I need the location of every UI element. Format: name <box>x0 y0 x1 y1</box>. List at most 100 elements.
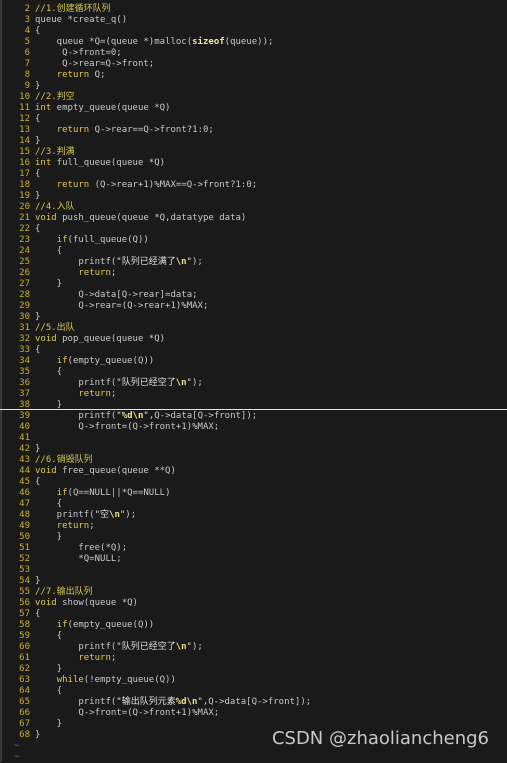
code-line[interactable]: 33 { <box>0 345 40 356</box>
code-line[interactable]: 4{ <box>0 26 41 37</box>
line-number: 59 <box>19 631 30 641</box>
code-line[interactable]: 61 return; <box>0 653 116 664</box>
code-line[interactable]: 63 while(!empty_queue(Q)) <box>0 675 176 686</box>
code-text: void push_queue(queue *Q,datatype data) <box>35 213 247 223</box>
code-text: { <box>35 367 63 377</box>
code-line[interactable]: 20 //4.入队 <box>0 202 75 213</box>
code-line[interactable]: 52 *Q=NULL; <box>0 554 122 565</box>
line-number: 4 <box>24 26 30 36</box>
code-line[interactable]: 65 printf("输出队列元素%d\n",Q->data[Q->front]… <box>0 697 311 708</box>
code-text: return Q->rear==Q->front?1:0; <box>56 125 214 135</box>
code-line[interactable]: 23 if(full_queue(Q)) <box>0 235 149 246</box>
line-number: 33 <box>19 345 30 355</box>
code-line[interactable]: 62 } <box>0 664 62 675</box>
line-number: 67 <box>19 719 30 729</box>
code-line[interactable]: 54} <box>0 576 40 587</box>
code-line[interactable]: 68} <box>0 730 40 741</box>
code-line[interactable]: 11 int empty_queue(queue *Q) <box>0 103 170 114</box>
line-number: 5 <box>24 37 30 47</box>
code-line[interactable]: 10 //2.判空 <box>0 92 75 103</box>
line-number: 6 <box>24 48 30 58</box>
code-text: { <box>35 609 41 619</box>
code-line[interactable]: 16 int full_queue(queue *Q) <box>0 158 165 169</box>
code-line[interactable]: 14} <box>0 136 40 147</box>
code-line[interactable]: 6 Q->front=0; <box>0 48 122 59</box>
code-line[interactable]: 56 void show(queue *Q) <box>0 598 138 609</box>
code-text: return; <box>78 268 117 278</box>
code-line[interactable]: 46 if(Q==NULL||*Q==NULL) <box>0 488 170 499</box>
line-number: 12 <box>19 114 30 124</box>
code-line[interactable]: 19} <box>0 191 40 202</box>
code-line[interactable]: 26 return; <box>0 268 116 279</box>
code-line[interactable]: 21 void push_queue(queue *Q,datatype data… <box>0 213 246 224</box>
code-text: return (Q->rear+1)%MAX==Q->front?1:0; <box>56 180 258 190</box>
code-line[interactable]: 48 printf("空\n"); <box>0 510 136 521</box>
code-line[interactable]: 39 printf("%d\n",Q->data[Q->front]); <box>0 411 257 422</box>
code-line[interactable]: 50 } <box>0 532 62 543</box>
code-text: printf("输出队列元素%d\n",Q->data[Q->front]); <box>35 697 312 707</box>
code-line[interactable]: 53 <box>0 565 35 576</box>
code-line[interactable]: 27 } <box>0 279 62 290</box>
code-line[interactable]: 13 return Q->rear==Q->front?1:0; <box>0 125 214 136</box>
code-text: //3.判满 <box>35 147 75 157</box>
code-line[interactable]: 64 { <box>0 686 62 697</box>
code-line[interactable]: 41 <box>0 433 35 444</box>
code-line[interactable]: 35 { <box>0 367 62 378</box>
code-line[interactable]: 42} <box>0 444 40 455</box>
code-line[interactable]: 45 { <box>0 477 40 488</box>
code-line[interactable]: 55 //7.输出队列 <box>0 587 93 598</box>
code-line[interactable]: 57 { <box>0 609 40 620</box>
code-line[interactable]: 5 queue *Q=(queue *)malloc(sizeof(queue)… <box>0 37 274 48</box>
code-text: queue *create_q() <box>35 15 128 25</box>
code-line[interactable]: 59 { <box>0 631 62 642</box>
code-line[interactable]: 49 return; <box>0 521 95 532</box>
code-line[interactable]: 60 printf("队列已经空了\n"); <box>0 642 203 653</box>
code-line[interactable]: 17 { <box>0 169 40 180</box>
code-editor[interactable]: 2//1.创建循环队列 3 queue *create_q() 4{5 queue *… <box>0 0 507 762</box>
code-text: } <box>35 730 41 740</box>
line-number: 51 <box>19 543 30 553</box>
line-number: 19 <box>19 191 30 201</box>
code-text: { <box>35 246 63 256</box>
code-text: return; <box>56 521 95 531</box>
code-line[interactable]: 30} <box>0 312 40 323</box>
code-line[interactable]: 25 printf("队列已经满了\n"); <box>0 257 203 268</box>
line-number: 68 <box>19 730 30 740</box>
tilde-marker: ~ <box>14 752 20 762</box>
code-line[interactable]: 51 free(*Q); <box>0 543 127 554</box>
line-number: 27 <box>19 279 30 289</box>
code-line[interactable]: 40 Q->front=(Q->front+1)%MAX; <box>0 422 219 433</box>
code-text: printf("%d\n",Q->data[Q->front]); <box>35 411 258 421</box>
code-line[interactable]: 36 printf("队列已经空了\n"); <box>0 378 203 389</box>
code-line[interactable]: 22 { <box>0 224 40 235</box>
code-text: Q->rear=Q->front; <box>35 59 155 69</box>
code-line[interactable]: 66 Q->front=(Q->front+1)%MAX; <box>0 708 219 719</box>
code-line[interactable]: 3 queue *create_q() <box>0 15 128 26</box>
line-number: 13 <box>19 125 30 135</box>
line-number: 32 <box>19 334 30 344</box>
code-line[interactable]: 15 //3.判满 <box>0 147 75 158</box>
code-line[interactable]: 44 void free_queue(queue **Q) <box>0 466 176 477</box>
code-line[interactable]: 67 } <box>0 719 62 730</box>
line-number: 15 <box>19 147 30 157</box>
code-line[interactable]: 24 { <box>0 246 62 257</box>
code-line[interactable]: 34 if(empty_queue(Q)) <box>0 356 154 367</box>
code-line[interactable]: 37 return; <box>0 389 116 400</box>
line-number: 24 <box>19 246 30 256</box>
line-number: 47 <box>19 499 30 509</box>
code-text: } <box>35 136 41 146</box>
line-number: 57 <box>19 609 30 619</box>
code-line[interactable]: 9} <box>0 81 41 92</box>
code-line[interactable]: 29 Q->rear=(Q->rear+1)%MAX; <box>0 301 208 312</box>
code-line[interactable]: 43 //6.销毁队列 <box>0 455 93 466</box>
code-line[interactable]: 58 if(empty_queue(Q)) <box>0 620 154 631</box>
code-line[interactable]: 28 Q->data[Q->rear]=data; <box>0 290 197 301</box>
code-line[interactable]: 2 //1.创建循环队列 <box>0 4 111 15</box>
code-line[interactable]: 32 void pop_queue(queue *Q) <box>0 334 165 345</box>
code-line[interactable]: 47 { <box>0 499 62 510</box>
code-line[interactable]: 31 //5.出队 <box>0 323 75 334</box>
code-line[interactable]: 7 Q->rear=Q->front; <box>0 59 155 70</box>
code-line[interactable]: 8 return Q; <box>0 70 106 81</box>
code-line[interactable]: 12 { <box>0 114 40 125</box>
code-line[interactable]: 18 return (Q->rear+1)%MAX==Q->front?1:0; <box>0 180 257 191</box>
